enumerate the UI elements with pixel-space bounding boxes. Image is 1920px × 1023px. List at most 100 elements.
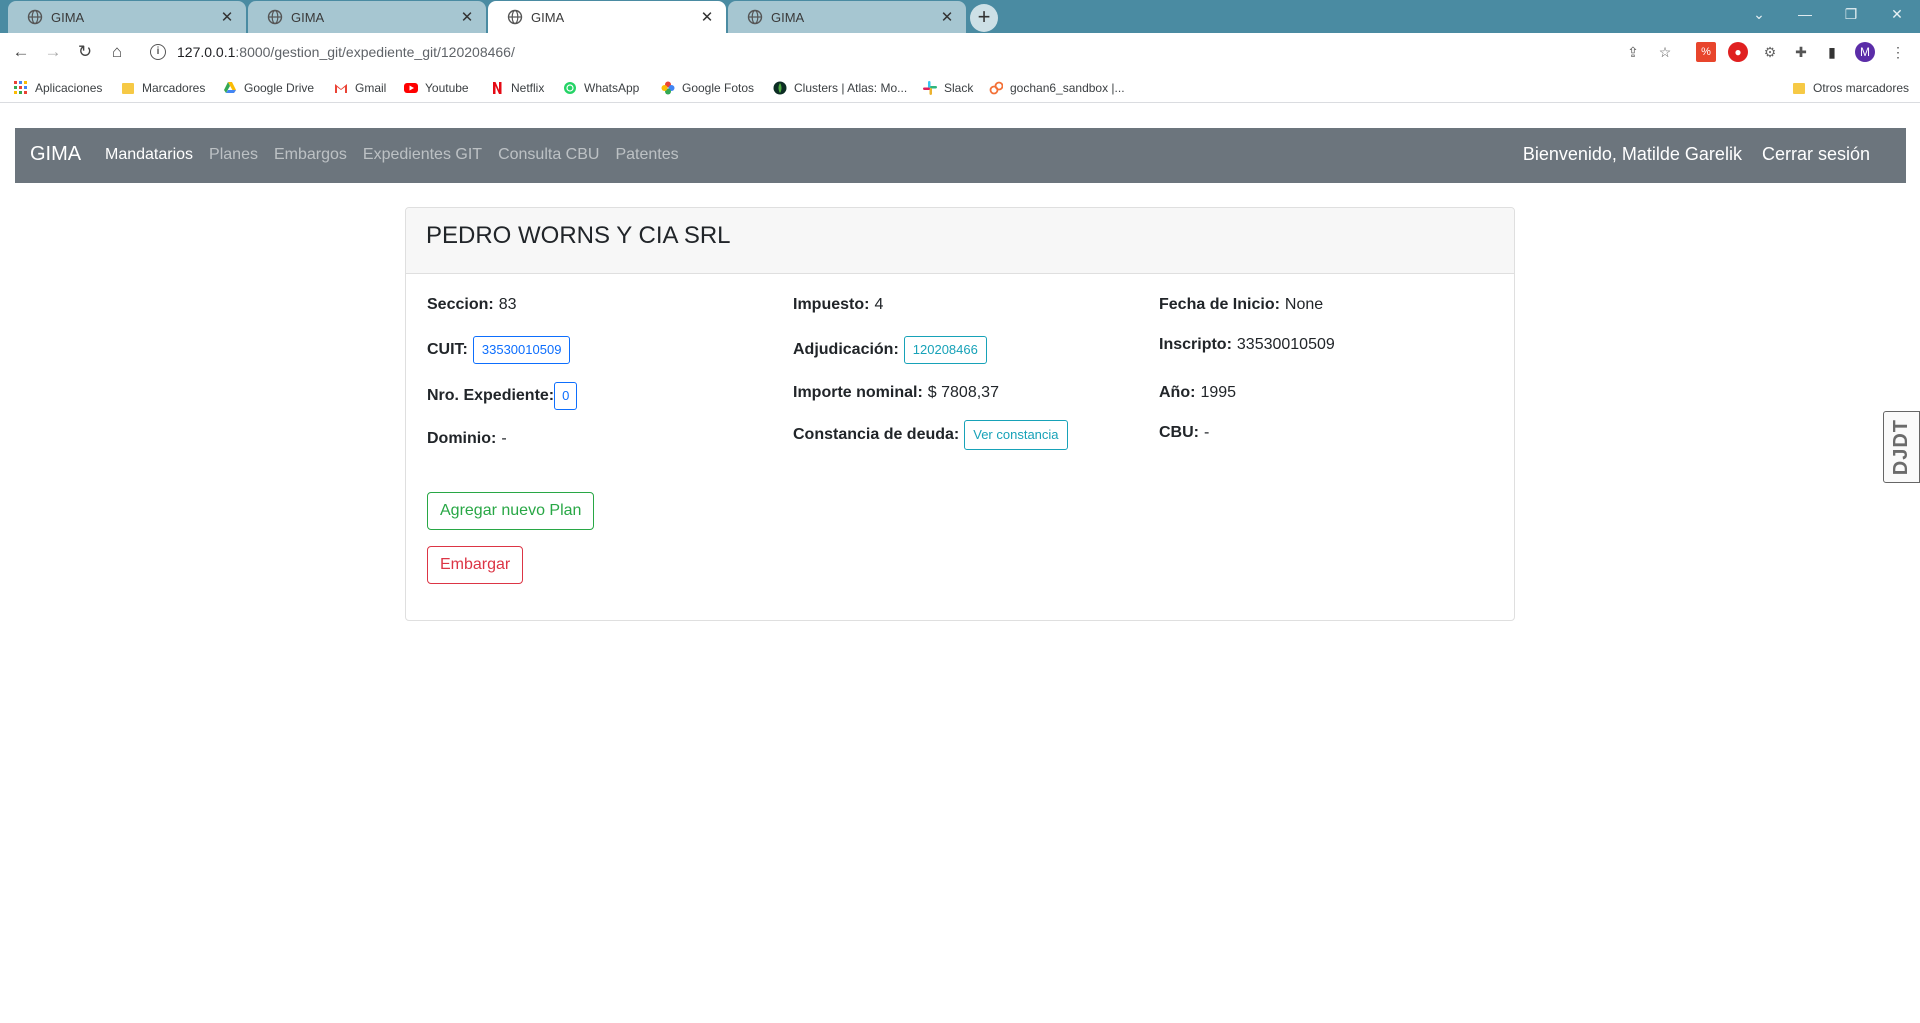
restore-icon[interactable]: ❐ xyxy=(1828,0,1874,28)
field-seccion: Seccion: 83 xyxy=(427,296,516,314)
close-icon[interactable]: ✕ xyxy=(698,8,716,26)
bookmark-netflix[interactable]: Netflix xyxy=(490,79,544,97)
field-value: None xyxy=(1284,296,1324,313)
url-host: 127.0.0.1 xyxy=(177,44,236,60)
nav-patentes[interactable]: Patentes xyxy=(615,146,678,164)
bookmark-label: Aplicaciones xyxy=(35,81,103,95)
tab-search-icon[interactable]: ⌄ xyxy=(1736,0,1782,28)
bookmark-youtube[interactable]: Youtube xyxy=(404,79,469,97)
gmail-icon xyxy=(335,84,347,93)
reload-icon[interactable]: ↻ xyxy=(72,39,98,65)
whatsapp-icon xyxy=(564,82,576,94)
user-area: Bienvenido, Matilde Garelik Cerrar sesió… xyxy=(1503,144,1870,165)
nav-planes[interactable]: Planes xyxy=(209,146,258,164)
bookmarks-bar: Aplicaciones Marcadores Google Drive Gma… xyxy=(0,71,1920,103)
card-header: PEDRO WORNS Y CIA SRL xyxy=(406,208,1514,274)
bookmark-label: Gmail xyxy=(355,81,387,95)
nav-mandatarios[interactable]: Mandatarios xyxy=(105,146,193,164)
youtube-icon xyxy=(404,83,418,93)
bookmark-slack[interactable]: Slack xyxy=(923,79,973,97)
bookmark-google-fotos[interactable]: Google Fotos xyxy=(661,79,754,97)
bookmark-atlas[interactable]: Clusters | Atlas: Mo... xyxy=(773,79,907,97)
bookmark-gmail[interactable]: Gmail xyxy=(334,79,386,97)
field-anio: Año: 1995 xyxy=(1159,384,1236,402)
address-bar[interactable]: i 127.0.0.1:8000/gestion_git/expediente_… xyxy=(142,37,1672,67)
field-dominio: Dominio: - xyxy=(427,430,507,448)
netflix-icon xyxy=(493,82,502,94)
browser-tab[interactable]: GIMA ✕ xyxy=(248,1,486,33)
ver-constancia-button[interactable]: Ver constancia xyxy=(964,420,1068,450)
nav-embargos[interactable]: Embargos xyxy=(274,146,347,164)
bookmark-aplicaciones[interactable]: Aplicaciones xyxy=(14,79,102,97)
url-text: 127.0.0.1:8000/gestion_git/expediente_gi… xyxy=(177,44,515,60)
globe-icon xyxy=(27,9,43,25)
share-icon[interactable]: ⇪ xyxy=(1623,42,1643,62)
browser-tab-active[interactable]: GIMA ✕ xyxy=(488,1,726,33)
bookmark-label: WhatsApp xyxy=(584,81,640,95)
add-plan-button[interactable]: Agregar nuevo Plan xyxy=(427,492,595,530)
bookmark-whatsapp[interactable]: WhatsApp xyxy=(563,79,639,97)
field-expediente: Nro. Expediente: 0 xyxy=(427,382,578,410)
main-nav: Mandatarios Planes Embargos Expedientes … xyxy=(105,146,695,164)
nav-consulta-cbu[interactable]: Consulta CBU xyxy=(498,146,599,164)
expediente-link-button[interactable]: 0 xyxy=(554,382,578,410)
browser-toolbar: ← → ↻ ⌂ i 127.0.0.1:8000/gestion_git/exp… xyxy=(0,33,1920,71)
home-icon[interactable]: ⌂ xyxy=(104,39,130,65)
field-label: Dominio: xyxy=(427,430,497,447)
field-fecha-inicio: Fecha de Inicio: None xyxy=(1159,296,1323,314)
back-arrow-icon[interactable]: ← xyxy=(8,39,34,65)
browser-tab[interactable]: GIMA ✕ xyxy=(728,1,966,33)
profile-avatar[interactable]: M xyxy=(1855,42,1875,62)
close-icon[interactable]: ✕ xyxy=(938,8,956,26)
debug-toolbar-label: DJDT xyxy=(1890,418,1912,476)
bookmark-label: Netflix xyxy=(511,81,545,95)
nav-expedientes-git[interactable]: Expedientes GIT xyxy=(363,146,482,164)
cuit-link-button[interactable]: 33530010509 xyxy=(472,336,571,364)
adjudicacion-link-button[interactable]: 120208466 xyxy=(903,336,987,364)
browser-tab[interactable]: GIMA ✕ xyxy=(8,1,246,33)
bookmark-label: Otros marcadores xyxy=(1813,81,1910,95)
bookmark-sandbox[interactable]: gochan6_sandbox |... xyxy=(989,79,1125,97)
bookmark-google-drive[interactable]: Google Drive xyxy=(223,79,314,97)
bookmark-label: Slack xyxy=(944,81,974,95)
adblock-extension-icon[interactable]: ● xyxy=(1728,42,1748,62)
brand-logo[interactable]: GIMA xyxy=(30,143,81,166)
close-icon[interactable]: ✕ xyxy=(218,8,236,26)
field-label: CBU: xyxy=(1159,424,1199,441)
kebab-menu-icon[interactable]: ⋮ xyxy=(1888,42,1908,62)
bookmark-label: gochan6_sandbox |... xyxy=(1010,81,1125,95)
extension-icon[interactable]: % xyxy=(1696,42,1716,62)
bookmark-star-icon[interactable]: ☆ xyxy=(1655,42,1675,62)
close-window-icon[interactable]: ✕ xyxy=(1874,0,1920,28)
field-adjudicacion: Adjudicación: 120208466 xyxy=(793,336,987,364)
field-importe: Importe nominal: $ 7808,37 xyxy=(793,384,999,402)
field-label: Impuesto: xyxy=(793,296,870,313)
forward-arrow-icon[interactable]: → xyxy=(40,39,66,65)
google-drive-icon xyxy=(224,82,236,93)
minimize-icon[interactable]: — xyxy=(1782,0,1828,28)
browser-tabstrip: GIMA ✕ GIMA ✕ GIMA ✕ GIMA ✕ + ⌄ — ❐ ✕ xyxy=(0,0,1920,33)
bookmark-label: Clusters | Atlas: Mo... xyxy=(794,81,908,95)
folder-icon xyxy=(1793,83,1805,94)
globe-icon xyxy=(267,9,283,25)
bookmark-marcadores[interactable]: Marcadores xyxy=(121,79,205,97)
folder-icon xyxy=(122,83,134,94)
tab-title: GIMA xyxy=(51,9,85,25)
tab-title: GIMA xyxy=(771,9,805,25)
field-value: 4 xyxy=(874,296,884,313)
close-icon[interactable]: ✕ xyxy=(458,8,476,26)
bookmark-label: Google Drive xyxy=(244,81,315,95)
field-value: 83 xyxy=(498,296,517,313)
new-tab-button[interactable]: + xyxy=(970,4,998,32)
site-info-icon[interactable]: i xyxy=(150,44,166,60)
bookmark-otros[interactable]: Otros marcadores xyxy=(1792,79,1909,97)
gear-extension-icon[interactable]: ⚙ xyxy=(1760,42,1780,62)
embargar-button[interactable]: Embargar xyxy=(427,546,524,584)
field-cbu: CBU: - xyxy=(1159,424,1209,442)
logout-link[interactable]: Cerrar sesión xyxy=(1762,144,1870,165)
bookmark-label: Marcadores xyxy=(142,81,206,95)
welcome-text: Bienvenido, Matilde Garelik xyxy=(1522,144,1742,164)
extensions-puzzle-icon[interactable]: ✚ xyxy=(1791,42,1811,62)
side-panel-icon[interactable]: ▮ xyxy=(1822,42,1842,62)
debug-toolbar-handle[interactable]: DJDT xyxy=(1883,411,1920,483)
